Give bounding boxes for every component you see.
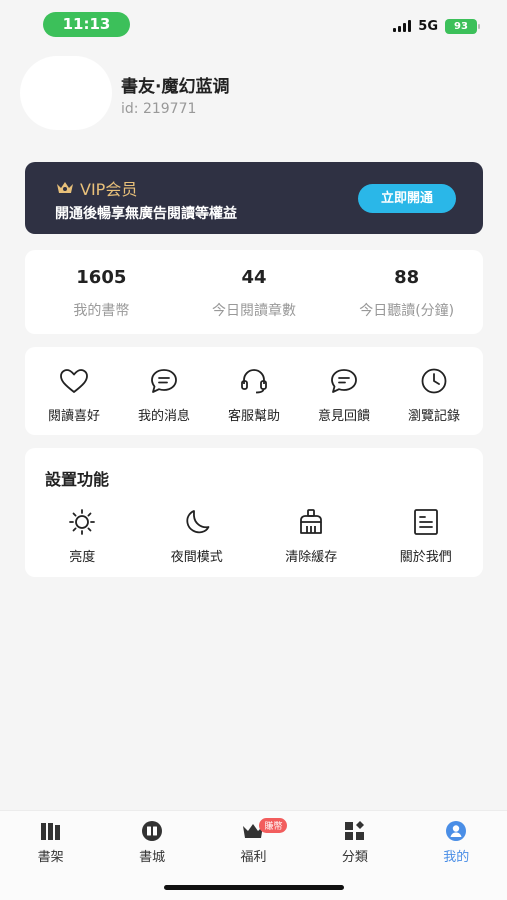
stat-label: 今日聽讀(分鐘) <box>359 303 455 319</box>
stat-label: 今日閱讀章數 <box>212 303 296 319</box>
home-indicator <box>164 885 344 890</box>
battery-icon: 93 <box>445 18 480 34</box>
reading-preference-button[interactable]: 閱讀喜好 <box>31 347 117 435</box>
settings-row: 亮度 夜間模式 清除緩存 關於我們 <box>25 508 483 565</box>
tab-category[interactable]: 分類 <box>315 820 395 865</box>
quick-action-label: 瀏覽記錄 <box>407 409 460 424</box>
moon-icon <box>186 510 210 534</box>
customer-service-button[interactable]: 客服幫助 <box>211 347 297 435</box>
stat-chapters[interactable]: 44 今日閱讀章數 <box>178 250 331 334</box>
broom-icon <box>300 509 323 534</box>
bookstore-icon <box>142 821 163 841</box>
open-vip-button[interactable]: 立即開通 <box>358 184 456 213</box>
status-time: 11:13 <box>43 12 130 37</box>
settings-title: 設置功能 <box>45 470 110 489</box>
tab-welfare[interactable]: 賺幣 福利 <box>213 818 293 865</box>
vip-title-row: VIP会员 <box>55 176 137 200</box>
tab-label: 書城 <box>139 850 166 865</box>
settings-item-label: 清除緩存 <box>285 550 338 565</box>
status-indicators: 5G 93 <box>393 18 480 34</box>
message-icon <box>151 369 177 393</box>
my-messages-button[interactable]: 我的消息 <box>121 347 207 435</box>
crown-icon <box>57 182 73 193</box>
document-icon <box>413 509 438 535</box>
tab-label: 我的 <box>443 850 470 865</box>
vip-banner[interactable]: VIP会员 開通後暢享無廣告閱讀等權益 立即開通 <box>25 162 483 234</box>
earn-coins-badge: 賺幣 <box>259 818 288 833</box>
quick-action-label: 客服幫助 <box>227 409 280 424</box>
network-label: 5G <box>418 18 438 34</box>
tab-me[interactable]: 我的 <box>416 820 496 865</box>
feedback-icon <box>331 369 357 393</box>
quick-action-label: 意見回饋 <box>317 409 370 424</box>
heart-icon <box>60 369 88 393</box>
status-bar: 11:13 5G 93 <box>0 0 507 48</box>
tab-label: 福利 <box>240 850 267 865</box>
about-us-button[interactable]: 關於我們 <box>376 508 476 565</box>
stat-listening[interactable]: 88 今日聽讀(分鐘) <box>330 250 483 334</box>
tab-bookstore[interactable]: 書城 <box>112 820 192 865</box>
vip-subtitle: 開通後暢享無廣告閱讀等權益 <box>55 206 237 222</box>
settings-card: 設置功能 亮度 夜間模式 清除緩存 關於我們 <box>25 448 483 577</box>
brightness-icon <box>69 509 96 535</box>
avatar[interactable] <box>20 56 112 130</box>
settings-item-label: 夜間模式 <box>170 550 223 565</box>
clear-cache-button[interactable]: 清除緩存 <box>261 508 361 565</box>
headset-icon <box>241 369 267 394</box>
settings-item-label: 亮度 <box>69 550 96 565</box>
brightness-button[interactable]: 亮度 <box>32 508 132 565</box>
quick-action-label: 閱讀喜好 <box>47 409 100 424</box>
user-id: id: 219771 <box>121 101 197 117</box>
stats-card: 1605 我的書幣 44 今日閱讀章數 88 今日聽讀(分鐘) <box>25 250 483 334</box>
night-mode-button[interactable]: 夜間模式 <box>147 508 247 565</box>
clock-icon <box>421 368 447 394</box>
vip-title: VIP会员 <box>80 180 138 199</box>
user-icon <box>446 821 467 841</box>
tab-bookshelf[interactable]: 書架 <box>11 820 91 865</box>
user-name: 書友·魔幻蓝调 <box>121 77 230 97</box>
browsing-history-button[interactable]: 瀏覽記錄 <box>391 347 477 435</box>
stat-value: 44 <box>241 267 267 288</box>
tab-label: 分類 <box>341 850 368 865</box>
quick-actions-card: 閱讀喜好 我的消息 客服幫助 意見回饋 瀏覽記錄 <box>25 347 483 435</box>
bookshelf-icon <box>40 823 60 840</box>
stat-coins[interactable]: 1605 我的書幣 <box>25 250 178 334</box>
stat-label: 我的書幣 <box>73 303 130 319</box>
category-icon <box>344 821 364 840</box>
tab-label: 書架 <box>37 850 64 865</box>
settings-item-label: 關於我們 <box>399 550 452 565</box>
signal-icon <box>393 20 412 32</box>
feedback-button[interactable]: 意見回饋 <box>301 347 387 435</box>
quick-action-label: 我的消息 <box>137 409 190 424</box>
stat-value: 88 <box>394 267 420 288</box>
stat-value: 1605 <box>76 267 127 288</box>
